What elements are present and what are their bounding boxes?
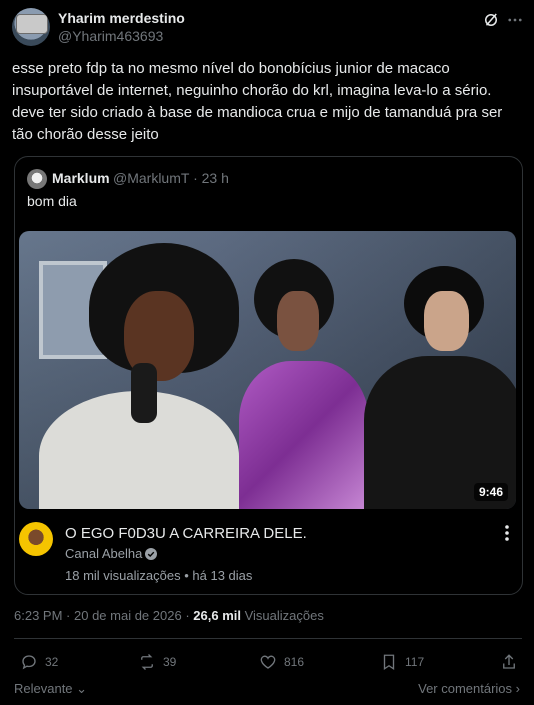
- video-upload-age: há 13 dias: [192, 568, 253, 583]
- share-button[interactable]: [500, 652, 525, 672]
- like-count: 816: [284, 655, 305, 669]
- avatar-logo: [16, 14, 48, 34]
- grok-icon[interactable]: [482, 11, 500, 29]
- time-separator: ·: [66, 608, 74, 623]
- thumbnail-microphone: [131, 363, 157, 423]
- repost-button[interactable]: 39: [138, 652, 176, 672]
- repost-icon: [141, 654, 153, 670]
- video-stats: 18 mil visualizações • há 13 dias: [65, 568, 252, 583]
- quoted-author-handle: @MarklumT: [113, 170, 190, 186]
- bookmark-button[interactable]: 117: [380, 652, 424, 672]
- author-handle[interactable]: @Yharim463693: [58, 28, 163, 44]
- share-icon: [503, 654, 515, 669]
- quoted-author-meta: @MarklumT · 23 h: [113, 170, 229, 186]
- channel-row: Canal Abelha: [65, 546, 158, 561]
- views-label: Visualizações: [244, 608, 324, 623]
- reply-count: 32: [45, 655, 59, 669]
- quoted-author-name[interactable]: Marklum: [52, 170, 110, 186]
- reply-icon: [22, 655, 36, 670]
- post-text: esse preto fdp ta no mesmo nível do bono…: [12, 60, 503, 143]
- chevron-right-icon: ›: [512, 681, 520, 696]
- author-name[interactable]: Yharim merdestino: [58, 10, 185, 26]
- author-avatar[interactable]: [12, 8, 50, 46]
- post-time[interactable]: 6:23 PM: [14, 608, 62, 623]
- view-replies-link[interactable]: Ver comentários ›: [418, 681, 520, 696]
- video-title[interactable]: O EGO F0D3U A CARREIRA DELE.: [65, 525, 307, 542]
- sort-label: Relevante: [14, 681, 73, 696]
- thumbnail-person-3-face: [424, 291, 469, 351]
- channel-name[interactable]: Canal Abelha: [65, 546, 142, 561]
- chevron-down-icon: ⌄: [72, 681, 88, 696]
- quoted-post-text: bom dia: [27, 193, 77, 209]
- view-replies-label: Ver comentários: [418, 681, 513, 696]
- video-views: 18 mil visualizações: [65, 568, 181, 583]
- reply-button[interactable]: 32: [20, 652, 58, 672]
- video-duration: 9:46: [473, 483, 508, 501]
- post-date[interactable]: 20 de mai de 2026: [74, 608, 182, 623]
- verified-icon: [145, 548, 158, 560]
- channel-avatar[interactable]: [19, 522, 53, 556]
- repost-count: 39: [163, 655, 177, 669]
- thumbnail-person-2-body: [239, 361, 369, 509]
- bookmark-count: 117: [405, 655, 425, 669]
- video-more-icon[interactable]: [503, 523, 511, 543]
- more-icon[interactable]: [506, 11, 524, 29]
- views-count: 26,6 mil: [193, 608, 241, 623]
- quoted-post[interactable]: Marklum @MarklumT · 23 h bom dia 9:46 O …: [14, 156, 523, 595]
- quoted-time-ago: 23 h: [201, 170, 229, 186]
- thumbnail-person-2-face: [277, 291, 319, 351]
- meta-separator: ·: [193, 170, 202, 186]
- bookmark-icon: [383, 654, 395, 671]
- divider: [14, 638, 522, 639]
- post-timestamp-row: 6:23 PM · 20 de mai de 2026 · 26,6 mil V…: [14, 608, 324, 623]
- quoted-author-avatar[interactable]: [27, 169, 47, 189]
- like-button[interactable]: 816: [259, 652, 304, 672]
- sort-dropdown[interactable]: Relevante ⌄: [14, 681, 87, 697]
- like-icon: [260, 655, 276, 669]
- video-thumbnail[interactable]: 9:46: [19, 231, 516, 509]
